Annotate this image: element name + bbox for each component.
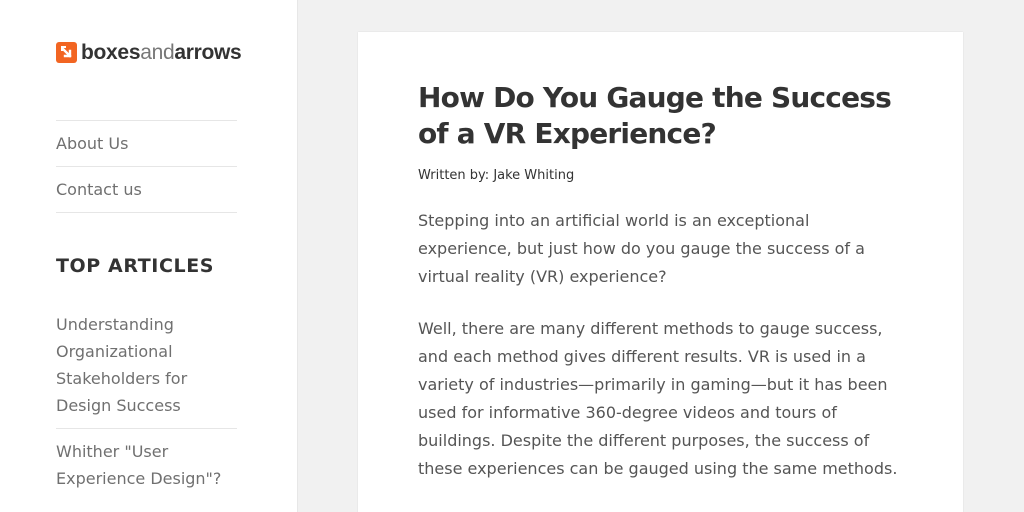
- site-logo-link[interactable]: boxesandarrows: [56, 41, 242, 64]
- top-articles-heading: TOP ARTICLES: [56, 255, 215, 277]
- top-article-link-stakeholders[interactable]: Understanding Organizational Stakeholder…: [56, 311, 237, 429]
- nav-item-about-us[interactable]: About Us: [56, 121, 237, 167]
- byline-label: Written by:: [418, 168, 494, 183]
- top-articles-list: Understanding Organizational Stakeholder…: [56, 311, 237, 510]
- top-article-link-ux-design[interactable]: Whither "User Experience Design"?: [56, 438, 237, 501]
- author-link[interactable]: Jake Whiting: [493, 168, 574, 183]
- article-byline: Written by: Jake Whiting: [418, 168, 574, 183]
- article-card: How Do You Gauge the Success of a VR Exp…: [358, 32, 963, 512]
- article-paragraph: Well, there are many different methods t…: [418, 319, 898, 478]
- logo-text-and: and: [140, 41, 175, 64]
- site-logo-text: boxesandarrows: [81, 41, 242, 64]
- logo-text-boxes: boxes: [81, 41, 141, 64]
- article-paragraph: Stepping into an artificial world is an …: [418, 211, 865, 286]
- sidebar: boxesandarrows About Us Contact us TOP A…: [0, 0, 297, 512]
- article-title: How Do You Gauge the Success of a VR Exp…: [418, 81, 892, 150]
- boxes-arrow-logo-icon: [56, 42, 77, 63]
- page: boxesandarrows About Us Contact us TOP A…: [0, 0, 1024, 512]
- nav-item-contact-us[interactable]: Contact us: [56, 167, 237, 213]
- sidebar-nav: About Us Contact us: [56, 120, 237, 213]
- logo-text-arrows: arrows: [174, 41, 242, 64]
